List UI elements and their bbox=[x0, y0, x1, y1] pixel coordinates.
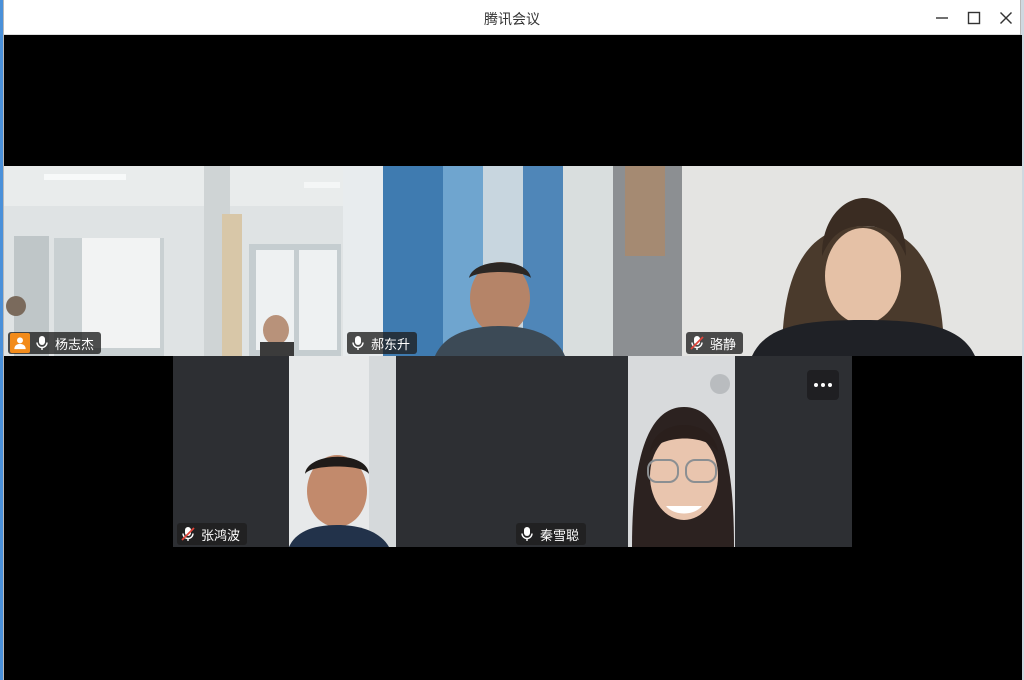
more-icon-dot bbox=[828, 383, 832, 387]
mic-icon bbox=[351, 335, 365, 351]
mic-muted-icon bbox=[690, 335, 704, 351]
participant-name: 骆静 bbox=[710, 337, 737, 353]
participant-nametag: 郝东升 bbox=[347, 332, 418, 354]
participant-nametag: 张鸿波 bbox=[177, 523, 248, 545]
participant-video bbox=[289, 356, 396, 547]
window-title: 腾讯会议 bbox=[484, 12, 540, 28]
video-tile-luojing[interactable]: 骆静 bbox=[682, 166, 1022, 356]
participant-name: 秦雪聪 bbox=[540, 528, 580, 544]
video-tile-zhanghongbo[interactable]: 张鸿波 bbox=[173, 356, 512, 547]
mic-icon bbox=[520, 526, 534, 542]
participant-nametag: 秦雪聪 bbox=[516, 523, 587, 545]
participant-name: 杨志杰 bbox=[55, 337, 95, 353]
close-button[interactable] bbox=[994, 6, 1018, 30]
video-tile-yangzhijie[interactable]: 杨志杰 bbox=[4, 166, 343, 356]
mic-muted-icon bbox=[181, 526, 195, 542]
participant-name: 郝东升 bbox=[371, 337, 411, 353]
more-icon-dot bbox=[821, 383, 825, 387]
host-icon bbox=[10, 333, 30, 353]
mic-icon bbox=[35, 335, 49, 351]
more-icon bbox=[814, 383, 818, 387]
participant-video bbox=[682, 166, 1022, 356]
participant-nametag: 骆静 bbox=[686, 332, 744, 354]
participant-name: 张鸿波 bbox=[201, 528, 241, 544]
video-stage: 杨志杰 郝东升 骆静 张鸿波 秦雪聪 bbox=[4, 35, 1022, 680]
participant-nametag: 杨志杰 bbox=[8, 332, 102, 354]
title-bar: 腾讯会议 bbox=[4, 0, 1020, 35]
video-tile-haodongsheng[interactable]: 郝东升 bbox=[343, 166, 682, 356]
close-icon bbox=[1000, 12, 1012, 24]
minimize-button[interactable] bbox=[930, 6, 954, 30]
minimize-icon bbox=[936, 17, 948, 19]
maximize-button[interactable] bbox=[962, 6, 986, 30]
participant-video bbox=[343, 166, 682, 356]
participant-video bbox=[628, 356, 735, 547]
video-tile-qinxuecong[interactable]: 秦雪聪 bbox=[512, 356, 852, 547]
maximize-icon bbox=[967, 11, 981, 25]
meeting-window: 腾讯会议 杨志杰 郝东升 骆静 张鸿波 秦雪聪 bbox=[3, 0, 1022, 680]
more-options-button[interactable] bbox=[807, 370, 839, 400]
participant-video bbox=[4, 166, 343, 356]
